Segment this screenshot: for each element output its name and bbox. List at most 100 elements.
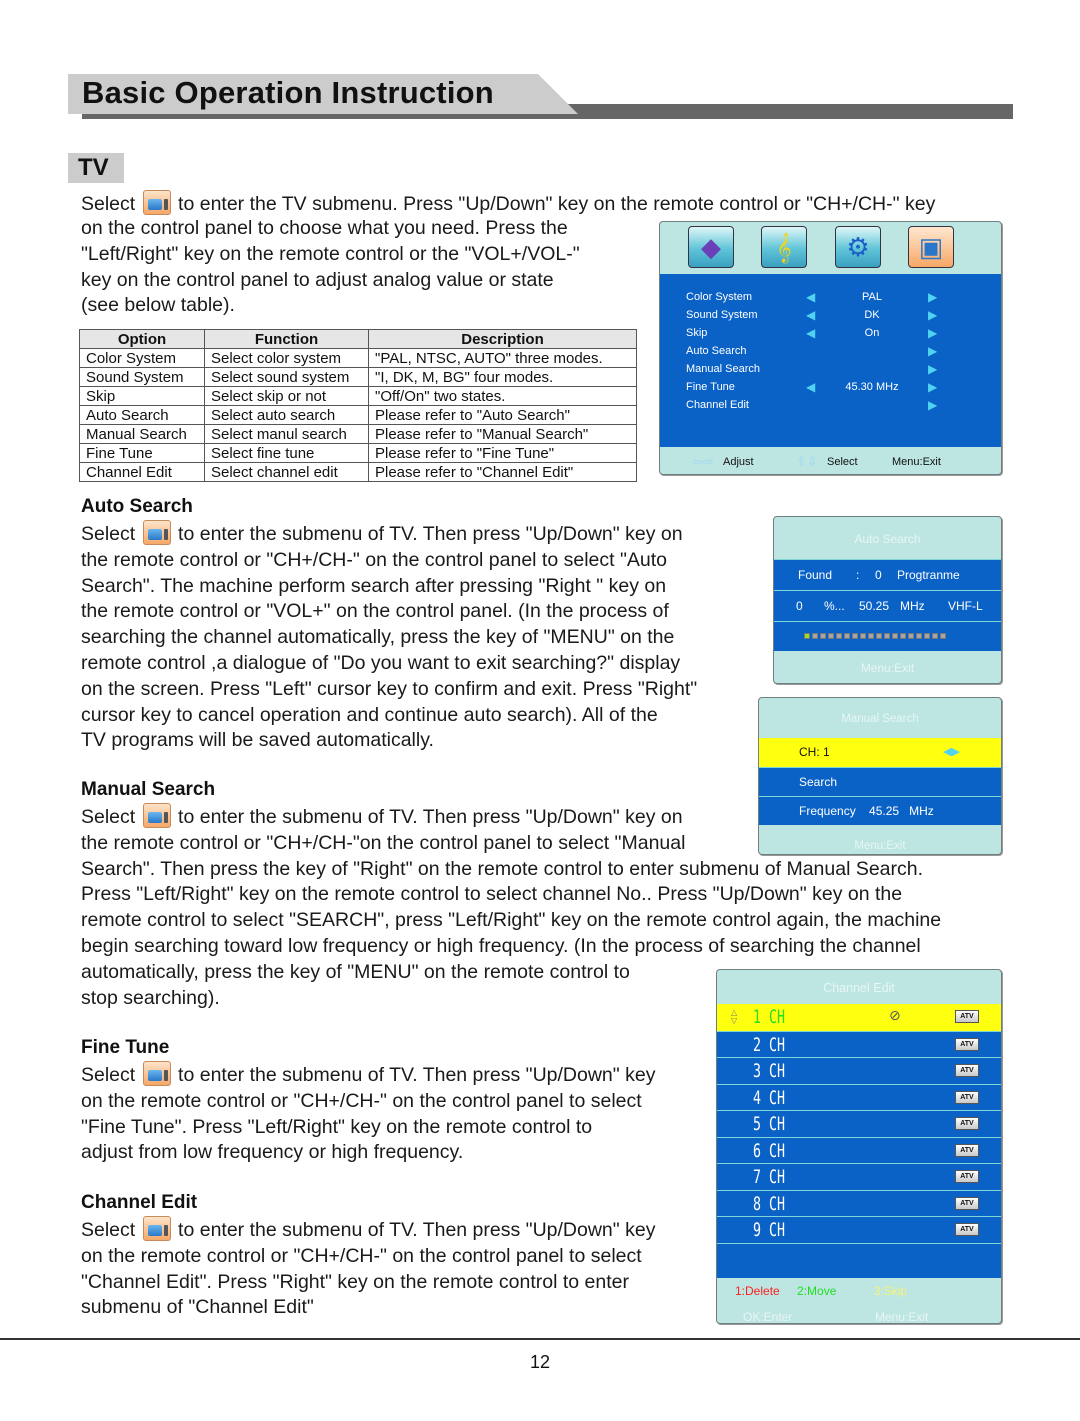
progress-segment [812, 633, 818, 639]
progress-segment [828, 633, 834, 639]
tv-icon[interactable]: ▣ [908, 226, 954, 268]
right-arrow-icon[interactable]: ▶ [928, 306, 937, 324]
picture-icon[interactable]: ◆ [688, 226, 734, 268]
channel-edit-heading: Channel Edit [81, 1192, 198, 1213]
channel-row[interactable]: 5 CH ATV [717, 1110, 1001, 1137]
table-cell: Select channel edit [204, 462, 369, 482]
right-arrow-icon[interactable]: ▶ [928, 342, 937, 360]
menu-item[interactable]: Manual Search ▶ [660, 360, 1001, 378]
channel-row[interactable]: 3 CH ATV [717, 1057, 1001, 1084]
menu-item[interactable]: Skip ◀ On ▶ [660, 324, 1001, 342]
progress-segment [916, 633, 922, 639]
menu-item-label: Skip [686, 327, 708, 339]
menu-item[interactable]: Sound System ◀ DK ▶ [660, 306, 1001, 324]
progress-segment [940, 633, 946, 639]
tv-menu-osd: ◆ 𝄞 ⚙ ▣ Color System ◀ PAL ▶ Sound System ◀ DK… [659, 221, 1002, 475]
right-arrow-icon[interactable]: ▶ [928, 324, 937, 342]
intro-paragraph: on the control panel to choose what you … [81, 217, 580, 317]
menu-item[interactable]: Channel Edit ▶ [660, 396, 1001, 414]
right-arrow-icon[interactable]: ▶ [928, 378, 937, 396]
search-row[interactable]: Search [759, 767, 1001, 796]
manual-search-heading: Manual Search [81, 779, 216, 800]
tv-icon [142, 803, 171, 828]
channel-label: 8 CH [753, 1192, 786, 1215]
table-cell: Select color system [204, 348, 369, 368]
channel-label: 3 CH [753, 1060, 786, 1082]
menu-item[interactable]: Color System ◀ PAL ▶ [660, 288, 1001, 306]
menu-item[interactable]: Fine Tune ◀ 45.30 MHz ▶ [660, 378, 1001, 396]
atv-badge: ATV [955, 1170, 979, 1183]
progress-segment [868, 633, 874, 639]
channel-label: 5 CH [753, 1113, 786, 1135]
auto-search-paragraph: Select to enter the submenu of TV. Then … [81, 520, 697, 754]
left-right-arrows-icon: ⇦⇨ [692, 454, 714, 469]
table-cell: Manual Search [79, 424, 205, 444]
right-arrow-icon[interactable]: ▶ [928, 288, 937, 306]
progress-segment [908, 633, 914, 639]
table-cell: Select auto search [204, 405, 369, 425]
tv-icon [142, 1061, 171, 1086]
channel-edit-paragraph: Select to enter the submenu of TV. Then … [81, 1216, 655, 1321]
options-table: Option Function Description Color System… [79, 329, 637, 482]
table-cell: Channel Edit [79, 462, 205, 482]
channel-row[interactable]: CH: 1 ◀▶ [759, 738, 1001, 767]
menu-item-label: Color System [686, 291, 753, 303]
up-down-icon: △ ▽ [731, 1008, 738, 1025]
auto-search-heading: Auto Search [81, 496, 193, 517]
right-arrow-icon[interactable]: ▶ [928, 360, 937, 378]
osd-footer: OK:Enter Menu:Exit [743, 1309, 929, 1324]
atv-badge: ATV [955, 1037, 979, 1051]
channel-label: 2 CH [753, 1033, 786, 1056]
channel-row[interactable]: 4 CH ATV [717, 1083, 1001, 1110]
channel-row[interactable]: 8 CH ATV [717, 1189, 1001, 1216]
setup-icon[interactable]: ⚙ [835, 226, 881, 268]
table-cell: Skip [79, 386, 205, 406]
table-cell: Select skip or not [204, 386, 369, 406]
table-row: Fine Tune Select fine tune Please refer to… [79, 443, 637, 463]
table-cell: Please refer to "Auto Search" [368, 405, 637, 425]
channel-label: 7 CH [753, 1166, 786, 1188]
channel-row[interactable]: 7 CH ATV [717, 1163, 1001, 1190]
channel-label: 9 CH [753, 1219, 786, 1241]
page-number: 12 [529, 1352, 551, 1372]
progress-bar [804, 633, 946, 639]
fine-tune-paragraph: Select to enter the submenu of TV. Then … [81, 1061, 655, 1166]
atv-badge: ATV [955, 1196, 979, 1210]
table-cell: Fine Tune [79, 443, 205, 463]
left-arrow-icon[interactable]: ◀ [806, 288, 815, 306]
menu-item[interactable]: Auto Search ▶ [660, 342, 1001, 360]
left-arrow-icon[interactable]: ◀ [806, 306, 815, 324]
progress-segment [924, 633, 930, 639]
osd-footer: Menu:Exit [854, 840, 906, 852]
channel-row[interactable]: 9 CH ATV [717, 1216, 1001, 1243]
progress-segment [900, 633, 906, 639]
channel-row[interactable]: 6 CH ATV [717, 1136, 1001, 1163]
table-cell: Select manul search [204, 424, 369, 444]
tv-icon [142, 1216, 171, 1241]
left-arrow-icon[interactable]: ◀ [806, 378, 815, 396]
frequency-row[interactable]: Frequency 45.25 MHz [759, 796, 1001, 825]
channel-list: △ ▽ 1 CH ⊘ ATV 2 CH ATV 3 CH ATV 4 CH ATV 5 CH ATV 6 … [717, 1004, 1001, 1243]
osd-title: Channel Edit [823, 981, 895, 995]
progress-segment [860, 633, 866, 639]
section-tag: TV [68, 153, 124, 183]
action-legend: 1:Delete 2:Move 3:Skip [717, 1278, 1001, 1304]
manual-search-osd: Manual Search CH: 1 ◀▶ Search Frequency … [758, 697, 1002, 855]
atv-badge: ATV [955, 1010, 979, 1023]
progress-segment [844, 633, 850, 639]
table-header: Description [368, 329, 637, 349]
osd-footer: Menu:Exit [860, 661, 915, 675]
menu-item-value: PAL [862, 291, 882, 303]
menu-item-value: 45.30 MHz [845, 381, 899, 393]
table-cell: Auto Search [79, 405, 205, 425]
channel-row[interactable]: △ ▽ 1 CH ⊘ ATV [717, 1004, 1001, 1031]
found-row: Found : 0 Progtranme [774, 559, 1001, 590]
skip-icon: ⊘ [889, 1008, 901, 1024]
progress-segment [892, 633, 898, 639]
table-row: Manual Search Select manul search Please r… [79, 424, 637, 444]
left-arrow-icon[interactable]: ◀ [806, 324, 815, 342]
osd-title: Manual Search [841, 713, 919, 725]
sound-icon[interactable]: 𝄞 [761, 226, 807, 268]
channel-row[interactable]: 2 CH ATV [717, 1030, 1001, 1057]
right-arrow-icon[interactable]: ▶ [928, 396, 937, 414]
